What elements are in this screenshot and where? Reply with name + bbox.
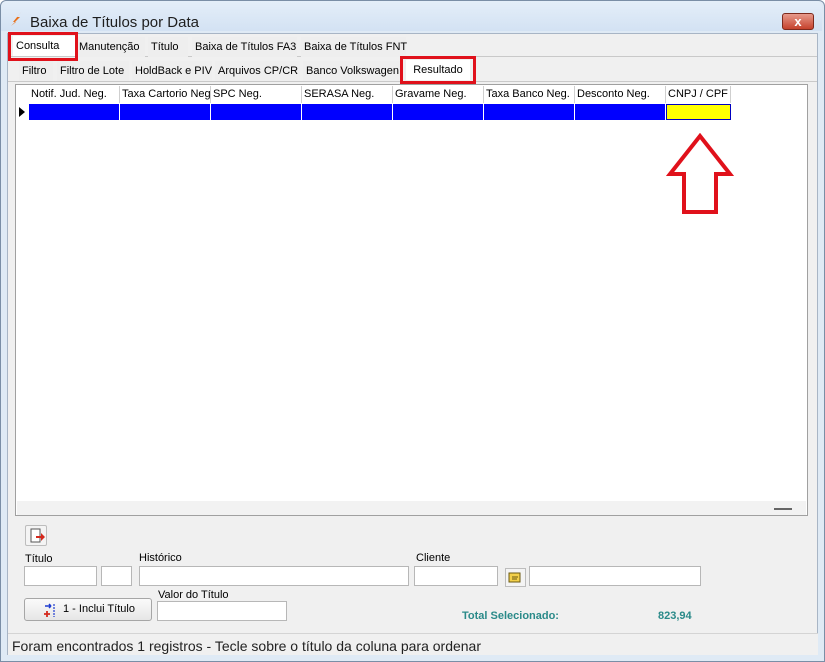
app-logo-icon [11, 11, 22, 26]
window-title: Baixa de Títulos por Data [30, 14, 199, 31]
scrollbar-thumb[interactable] [774, 508, 792, 510]
tab-holdback-piv[interactable]: HoldBack e PIV [132, 61, 212, 81]
tab-filtro-de-lote[interactable]: Filtro de Lote [57, 61, 129, 81]
horizontal-scrollbar[interactable] [17, 501, 806, 515]
historico-field[interactable] [139, 566, 409, 586]
cliente-lookup-button[interactable] [505, 568, 526, 587]
column-header-serasa[interactable]: SERASA Neg. [302, 86, 393, 103]
column-header-spc[interactable]: SPC Neg. [211, 86, 302, 103]
cliente-code-field[interactable] [414, 566, 498, 586]
total-selecionado-value: 823,94 [658, 610, 692, 622]
consulta-highlight-box [8, 32, 78, 61]
tab-baixa-fnt[interactable]: Baixa de Títulos FNT [301, 37, 407, 57]
inclui-titulo-label: 1 - Inclui Título [63, 603, 135, 615]
tab-titulo[interactable]: Título [148, 37, 188, 57]
close-icon: x [794, 14, 802, 29]
tab-baixa-fa3[interactable]: Baixa de Títulos FA3 [192, 37, 297, 57]
status-bar: Foram encontrados 1 registros - Tecle so… [8, 633, 818, 655]
table-cell[interactable] [484, 104, 575, 120]
tab-filtro[interactable]: Filtro [19, 61, 53, 81]
valor-label: Valor do Título [158, 589, 229, 601]
historico-label: Histórico [139, 552, 182, 564]
titulo-suffix-field[interactable] [101, 566, 132, 586]
cliente-label: Cliente [416, 552, 451, 564]
titulo-label: Título [25, 553, 53, 565]
tab-arquivos-cp-cr[interactable]: Arquivos CP/CR [215, 61, 300, 81]
status-text: Foram encontrados 1 registros - Tecle so… [12, 638, 481, 654]
add-item-icon [44, 603, 55, 617]
column-header-taxa-cartorio[interactable]: Taxa Cartorio Neg [120, 86, 211, 103]
close-button[interactable]: x [782, 13, 814, 30]
row-indicator-icon [19, 107, 25, 117]
table-cell[interactable] [211, 104, 302, 120]
lookup-icon [508, 572, 521, 583]
column-header-notif-jud[interactable]: Notif. Jud. Neg. [29, 86, 120, 103]
table-cell[interactable] [120, 104, 211, 120]
resultado-highlight-box [400, 56, 476, 84]
column-header-cnpj-cpf[interactable]: CNPJ / CPF [666, 86, 731, 103]
export-button[interactable] [25, 525, 47, 546]
export-icon [30, 528, 45, 543]
column-header-taxa-banco[interactable]: Taxa Banco Neg. [484, 86, 575, 103]
titulo-field[interactable] [24, 566, 97, 586]
table-cell[interactable] [575, 104, 666, 120]
title-bar[interactable]: Baixa de Títulos por Data x [1, 1, 822, 31]
cliente-name-field[interactable] [529, 566, 701, 586]
column-header-gravame[interactable]: Gravame Neg. [393, 86, 484, 103]
table-cell[interactable] [302, 104, 393, 120]
up-arrow-icon [666, 133, 734, 214]
column-header-desconto[interactable]: Desconto Neg. [575, 86, 666, 103]
inclui-titulo-button[interactable]: 1 - Inclui Título [24, 598, 152, 621]
table-cell[interactable] [29, 104, 120, 120]
active-cell-cnpj-cpf[interactable] [666, 104, 731, 120]
table-cell[interactable] [393, 104, 484, 120]
tab-manutencao[interactable]: Manutenção [76, 37, 145, 57]
valor-field[interactable] [157, 601, 287, 621]
total-selecionado-label: Total Selecionado: [462, 610, 559, 622]
tab-banco-volkswagen[interactable]: Banco Volkswagen [303, 61, 400, 81]
